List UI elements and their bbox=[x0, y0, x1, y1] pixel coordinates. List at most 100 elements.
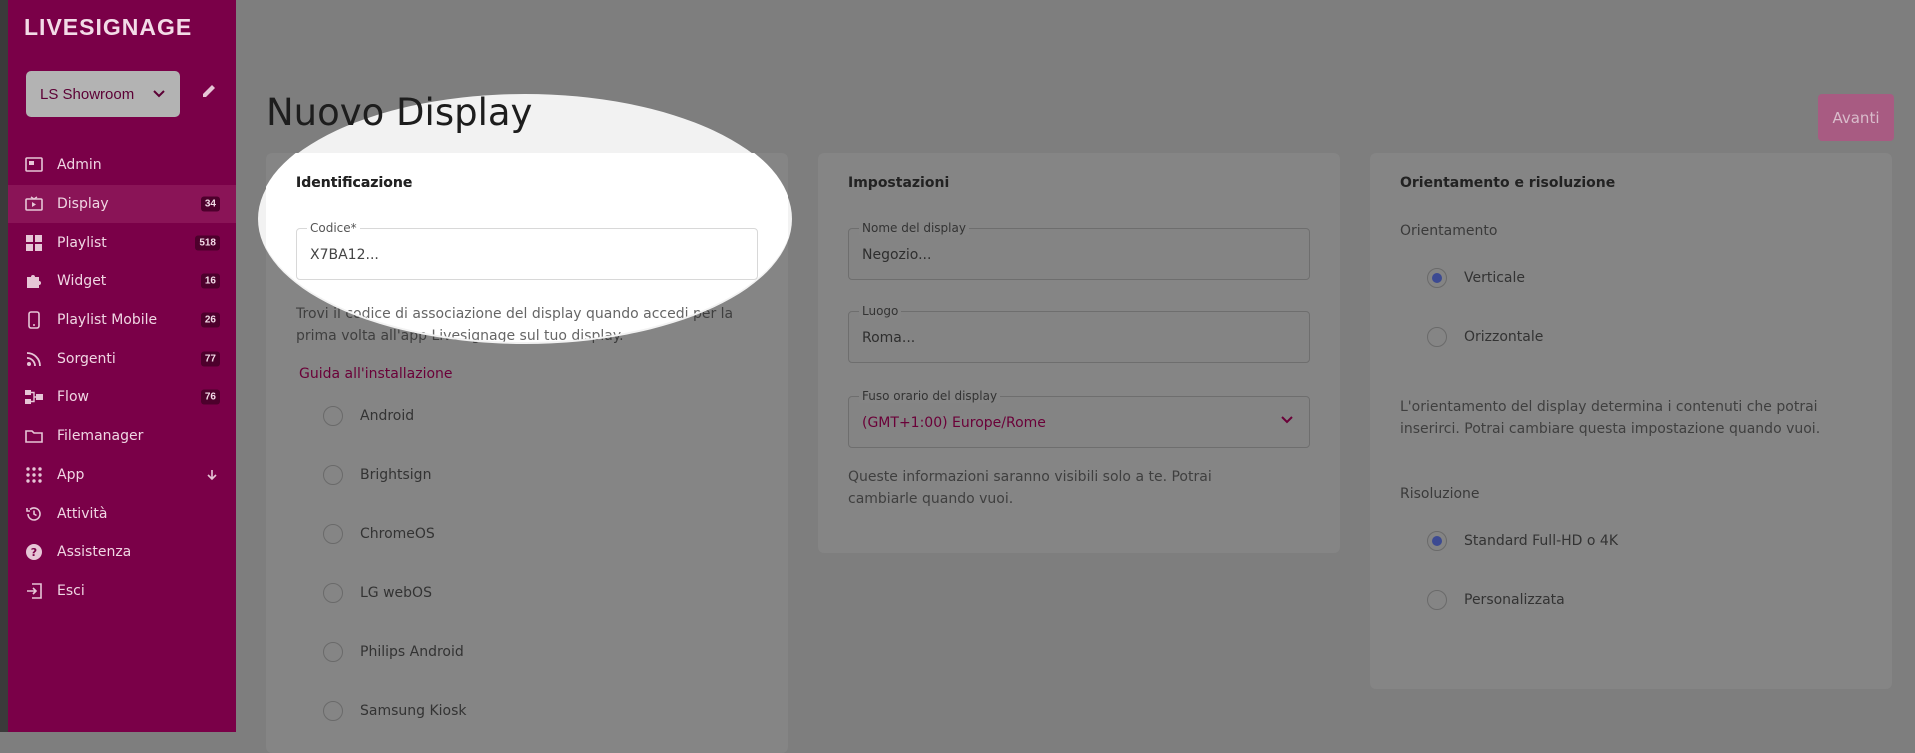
puzzle-icon bbox=[24, 271, 44, 291]
sidebar-item-label: Sorgenti bbox=[57, 350, 116, 367]
count-badge: 518 bbox=[195, 235, 220, 251]
option-label: Standard Full-HD o 4K bbox=[1464, 533, 1618, 549]
sidebar-item-admin[interactable]: Admin bbox=[8, 146, 236, 185]
sidebar-item-playlist-mobile[interactable]: Playlist Mobile 26 bbox=[8, 301, 236, 340]
folder-icon bbox=[24, 426, 44, 446]
count-badge: 76 bbox=[200, 389, 220, 405]
window-frame bbox=[0, 0, 8, 732]
sidebar-item-label: Playlist Mobile bbox=[57, 312, 158, 329]
sidebar-item-attivita[interactable]: Attività bbox=[8, 494, 236, 533]
grid-icon bbox=[24, 233, 44, 253]
sidebar-item-label: Playlist bbox=[57, 234, 107, 251]
orientation-card: Orientamento e risoluzione Orientamento … bbox=[1370, 153, 1892, 689]
platform-option-chromeos[interactable]: ChromeOS bbox=[323, 524, 435, 544]
resolution-label: Risoluzione bbox=[1400, 486, 1480, 502]
history-icon bbox=[24, 504, 44, 524]
sidebar-item-playlist[interactable]: Playlist 518 bbox=[8, 223, 236, 262]
card-title: Orientamento e risoluzione bbox=[1400, 175, 1616, 191]
spotlight-code-field[interactable]: Codice* X7BA12... bbox=[296, 221, 758, 280]
platform-option-brightsign[interactable]: Brightsign bbox=[323, 465, 431, 485]
resolution-option-standard[interactable]: Standard Full-HD o 4K bbox=[1427, 531, 1618, 551]
logout-icon bbox=[24, 581, 44, 601]
chevron-down-icon bbox=[1281, 416, 1293, 424]
display-name-field[interactable]: Nome del display Negozio... bbox=[848, 221, 1310, 280]
sidebar-item-label: Display bbox=[57, 196, 109, 213]
sidebar-item-display[interactable]: Display 34 bbox=[8, 184, 236, 224]
apps-grid-icon bbox=[24, 465, 44, 485]
radio-button[interactable] bbox=[1427, 590, 1447, 610]
timezone-select[interactable]: Fuso orario del display (GMT+1:00) Europ… bbox=[848, 389, 1310, 448]
orientation-label: Orientamento bbox=[1400, 223, 1498, 239]
option-label: Brightsign bbox=[360, 467, 432, 483]
sidebar-item-sorgenti[interactable]: Sorgenti 77 bbox=[8, 339, 236, 378]
field-label: Nome del display bbox=[859, 221, 969, 235]
radio-button[interactable] bbox=[323, 701, 343, 721]
page-title: Nuovo Display bbox=[266, 91, 533, 134]
app-logo: LIVESIGNAGE bbox=[24, 14, 193, 40]
sidebar-item-widget[interactable]: Widget 16 bbox=[8, 262, 236, 301]
code-input-value: X7BA12... bbox=[310, 247, 379, 263]
orientation-option-vertical[interactable]: Verticale bbox=[1427, 268, 1525, 288]
field-label: Codice* bbox=[307, 221, 360, 235]
sidebar-item-label: Esci bbox=[57, 582, 85, 599]
next-button[interactable]: Avanti bbox=[1818, 94, 1894, 141]
chevron-down-icon bbox=[153, 90, 165, 98]
radio-button[interactable] bbox=[323, 465, 343, 485]
spotlight-help-text: Trovi il codice di associazione del disp… bbox=[296, 306, 734, 344]
sidebar-item-label: Admin bbox=[57, 157, 102, 174]
radio-button-selected[interactable] bbox=[1427, 268, 1447, 288]
sidebar-item-label: Assistenza bbox=[57, 544, 132, 561]
admin-icon bbox=[24, 155, 44, 175]
sidebar-item-flow[interactable]: Flow 76 bbox=[8, 378, 236, 417]
option-label: Verticale bbox=[1464, 270, 1526, 286]
card-title: Identificazione bbox=[296, 175, 413, 191]
store-select[interactable]: LS Showroom bbox=[26, 71, 180, 117]
sidebar-nav: Admin Display 34 Playlist 518 Widget 16 … bbox=[8, 146, 236, 610]
tv-icon bbox=[24, 194, 44, 214]
option-label: Orizzontale bbox=[1464, 329, 1544, 345]
sidebar-item-label: Flow bbox=[57, 389, 89, 406]
store-select-value: LS Showroom bbox=[40, 85, 135, 103]
sidebar: LIVESIGNAGE LS Showroom Admin Display 34… bbox=[8, 0, 236, 732]
card-title: Impostazioni bbox=[848, 175, 950, 191]
rss-icon bbox=[24, 349, 44, 369]
platform-option-philips-android[interactable]: Philips Android bbox=[323, 642, 464, 662]
pencil-icon[interactable] bbox=[200, 82, 218, 100]
sidebar-item-app[interactable]: App bbox=[8, 456, 236, 495]
option-label: ChromeOS bbox=[360, 526, 435, 542]
radio-button[interactable] bbox=[323, 406, 343, 426]
field-label: Fuso orario del display bbox=[859, 389, 1001, 403]
main-content: Nuovo Display Avanti Identificazione Cod… bbox=[236, 0, 1915, 753]
timezone-value: (GMT+1:00) Europe/Rome bbox=[862, 415, 1046, 431]
sidebar-item-label: Filemanager bbox=[57, 428, 144, 445]
sidebar-item-filemanager[interactable]: Filemanager bbox=[8, 417, 236, 456]
platform-option-lg-webos[interactable]: LG webOS bbox=[323, 583, 432, 603]
place-field[interactable]: Luogo Roma... bbox=[848, 304, 1310, 363]
orientation-option-horizontal[interactable]: Orizzontale bbox=[1427, 327, 1543, 347]
orientation-help-text: L'orientamento del display determina i c… bbox=[1400, 399, 1821, 437]
flow-icon bbox=[24, 387, 44, 407]
sidebar-item-esci[interactable]: Esci bbox=[8, 572, 236, 611]
install-guide-link[interactable]: Guida all'installazione bbox=[299, 366, 453, 382]
place-value: Roma... bbox=[862, 330, 916, 346]
sidebar-item-label: App bbox=[57, 466, 85, 483]
platform-option-android[interactable]: Android bbox=[323, 406, 414, 426]
count-badge: 77 bbox=[200, 351, 220, 367]
option-label: Samsung Kiosk bbox=[360, 703, 467, 719]
count-badge: 26 bbox=[200, 312, 220, 328]
radio-button-selected[interactable] bbox=[1427, 531, 1447, 551]
option-label: Personalizzata bbox=[1464, 592, 1565, 608]
radio-button[interactable] bbox=[1427, 327, 1447, 347]
radio-button[interactable] bbox=[323, 642, 343, 662]
radio-button[interactable] bbox=[323, 583, 343, 603]
radio-button[interactable] bbox=[323, 524, 343, 544]
platform-option-samsung-kiosk[interactable]: Samsung Kiosk bbox=[323, 701, 467, 721]
resolution-option-custom[interactable]: Personalizzata bbox=[1427, 590, 1565, 610]
field-label: Luogo bbox=[859, 304, 902, 318]
count-badge: 34 bbox=[200, 196, 220, 212]
sidebar-item-assistenza[interactable]: ? Assistenza bbox=[8, 533, 236, 572]
option-label: Philips Android bbox=[360, 644, 464, 660]
option-label: Android bbox=[360, 408, 415, 424]
help-icon: ? bbox=[24, 542, 44, 562]
arrow-down-icon[interactable] bbox=[206, 469, 218, 481]
